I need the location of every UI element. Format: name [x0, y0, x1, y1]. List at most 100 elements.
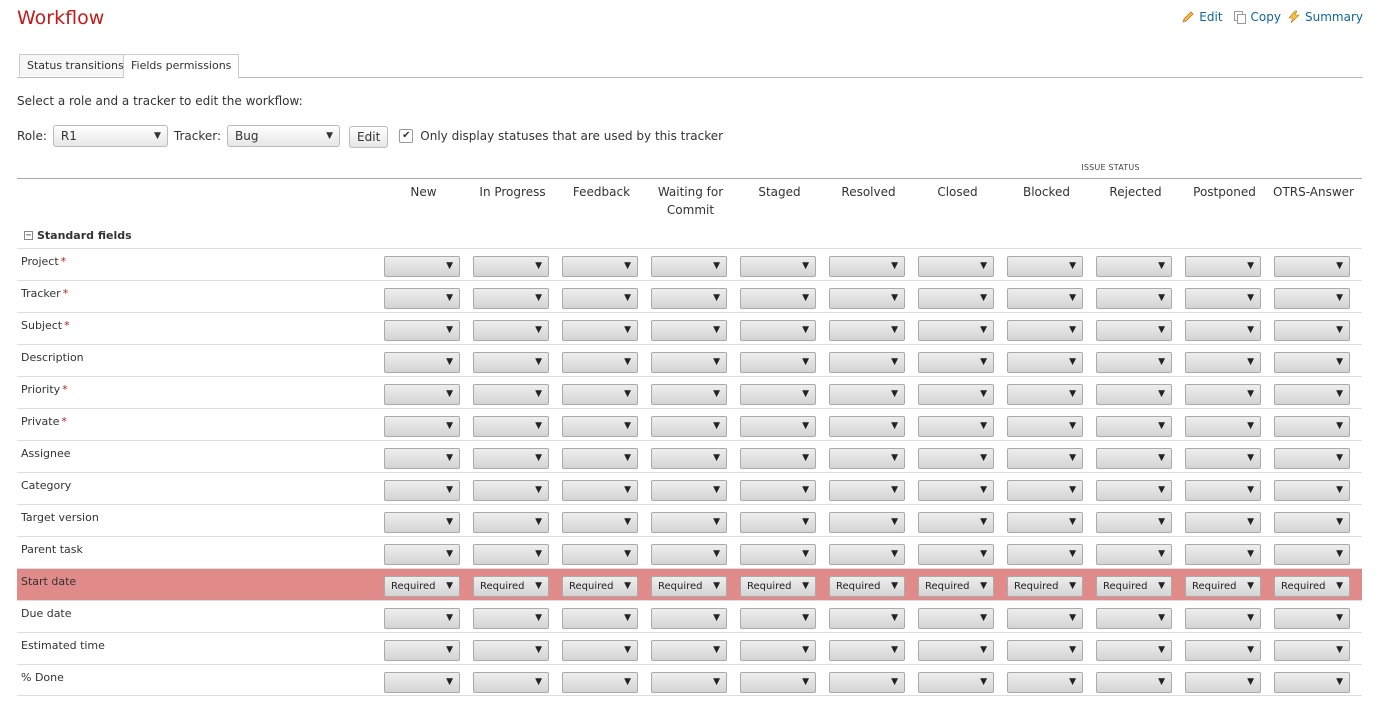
permission-select[interactable]: ▼ — [384, 608, 460, 629]
permission-select[interactable]: ▼ — [473, 256, 549, 277]
permission-select[interactable]: ▼ — [740, 480, 816, 501]
permission-select[interactable]: ▼ — [1185, 320, 1261, 341]
permission-select[interactable]: ▼ — [1185, 640, 1261, 661]
permission-select[interactable]: Required ▼ — [651, 576, 727, 597]
permission-select[interactable]: ▼ — [1274, 416, 1350, 437]
permission-select[interactable]: ▼ — [1274, 288, 1350, 309]
permission-select[interactable]: ▼ — [1096, 544, 1172, 565]
permission-select[interactable]: ▼ — [1096, 320, 1172, 341]
permission-select[interactable]: ▼ — [562, 448, 638, 469]
permission-select[interactable]: Required ▼ — [1096, 576, 1172, 597]
permission-select[interactable]: ▼ — [473, 640, 549, 661]
permission-select[interactable]: ▼ — [829, 256, 905, 277]
permission-select[interactable]: ▼ — [1096, 480, 1172, 501]
permission-select[interactable]: ▼ — [384, 416, 460, 437]
permission-select[interactable]: ▼ — [562, 352, 638, 373]
permission-select[interactable]: ▼ — [740, 288, 816, 309]
permission-select[interactable]: ▼ — [829, 384, 905, 405]
permission-select[interactable]: ▼ — [1274, 352, 1350, 373]
permission-select[interactable]: ▼ — [1096, 288, 1172, 309]
permission-select[interactable]: ▼ — [1274, 480, 1350, 501]
permission-select[interactable]: Required ▼ — [562, 576, 638, 597]
permission-select[interactable]: ▼ — [740, 352, 816, 373]
permission-select[interactable]: ▼ — [829, 608, 905, 629]
permission-select[interactable]: ▼ — [1274, 256, 1350, 277]
permission-select[interactable]: ▼ — [1274, 384, 1350, 405]
permission-select[interactable]: ▼ — [918, 544, 994, 565]
permission-select[interactable]: ▼ — [1274, 448, 1350, 469]
permission-select[interactable]: ▼ — [740, 544, 816, 565]
permission-select[interactable]: ▼ — [918, 512, 994, 533]
permission-select[interactable]: ▼ — [651, 480, 727, 501]
permission-select[interactable]: ▼ — [384, 352, 460, 373]
permission-select[interactable]: ▼ — [1096, 672, 1172, 693]
permission-select[interactable]: ▼ — [829, 672, 905, 693]
permission-select[interactable]: Required ▼ — [1185, 576, 1261, 597]
permission-select[interactable]: ▼ — [829, 448, 905, 469]
permission-select[interactable]: ▼ — [918, 384, 994, 405]
permission-select[interactable]: ▼ — [473, 512, 549, 533]
permission-select[interactable]: ▼ — [1007, 672, 1083, 693]
permission-select[interactable]: Required ▼ — [740, 576, 816, 597]
permission-select[interactable]: ▼ — [562, 288, 638, 309]
permission-select[interactable]: ▼ — [651, 320, 727, 341]
permission-select[interactable]: ▼ — [740, 256, 816, 277]
edit-link[interactable]: Edit — [1181, 10, 1223, 24]
permission-select[interactable]: ▼ — [651, 640, 727, 661]
permission-select[interactable]: ▼ — [651, 384, 727, 405]
permission-select[interactable]: ▼ — [1185, 448, 1261, 469]
permission-select[interactable]: ▼ — [384, 384, 460, 405]
permission-select[interactable]: ▼ — [829, 640, 905, 661]
permission-select[interactable]: ▼ — [1007, 480, 1083, 501]
permission-select[interactable]: ▼ — [740, 672, 816, 693]
permission-select[interactable]: ▼ — [473, 448, 549, 469]
permission-select[interactable]: ▼ — [918, 672, 994, 693]
permission-select[interactable]: Required ▼ — [473, 576, 549, 597]
permission-select[interactable]: ▼ — [829, 288, 905, 309]
permission-select[interactable]: ▼ — [918, 480, 994, 501]
permission-select[interactable]: ▼ — [1185, 608, 1261, 629]
permission-select[interactable]: ▼ — [651, 512, 727, 533]
permission-select[interactable]: ▼ — [829, 544, 905, 565]
permission-select[interactable]: ▼ — [1274, 512, 1350, 533]
permission-select[interactable]: ▼ — [740, 608, 816, 629]
permission-select[interactable]: ▼ — [562, 512, 638, 533]
permission-select[interactable]: ▼ — [1007, 640, 1083, 661]
permission-select[interactable]: ▼ — [562, 544, 638, 565]
permission-select[interactable]: ▼ — [1274, 672, 1350, 693]
permission-select[interactable]: ▼ — [651, 288, 727, 309]
permission-select[interactable]: ▼ — [1274, 640, 1350, 661]
permission-select[interactable]: ▼ — [562, 640, 638, 661]
tab-fields-permissions[interactable]: Fields permissions — [123, 54, 240, 78]
permission-select[interactable]: ▼ — [918, 448, 994, 469]
permission-select[interactable]: ▼ — [473, 608, 549, 629]
permission-select[interactable]: ▼ — [562, 416, 638, 437]
permission-select[interactable]: ▼ — [1007, 384, 1083, 405]
permission-select[interactable]: ▼ — [1185, 384, 1261, 405]
permission-select[interactable]: ▼ — [1185, 416, 1261, 437]
permission-select[interactable]: ▼ — [473, 416, 549, 437]
permission-select[interactable]: ▼ — [1007, 416, 1083, 437]
permission-select[interactable]: ▼ — [1007, 608, 1083, 629]
permission-select[interactable]: ▼ — [918, 416, 994, 437]
permission-select[interactable]: Required ▼ — [918, 576, 994, 597]
permission-select[interactable]: ▼ — [1185, 672, 1261, 693]
permission-select[interactable]: ▼ — [651, 448, 727, 469]
permission-select[interactable]: ▼ — [651, 256, 727, 277]
permission-select[interactable]: ▼ — [384, 544, 460, 565]
copy-link[interactable]: Copy — [1233, 10, 1281, 24]
permission-select[interactable]: ▼ — [918, 288, 994, 309]
permission-select[interactable]: ▼ — [1274, 544, 1350, 565]
role-select[interactable]: R1 ▼ — [52, 125, 168, 147]
permission-select[interactable]: ▼ — [1007, 256, 1083, 277]
permission-select[interactable]: ▼ — [562, 480, 638, 501]
permission-select[interactable]: ▼ — [1185, 480, 1261, 501]
permission-select[interactable]: ▼ — [473, 352, 549, 373]
permission-select[interactable]: ▼ — [829, 320, 905, 341]
permission-select[interactable]: ▼ — [473, 288, 549, 309]
permission-select[interactable]: ▼ — [1007, 512, 1083, 533]
permission-select[interactable]: ▼ — [829, 512, 905, 533]
permission-select[interactable]: ▼ — [918, 256, 994, 277]
permission-select[interactable]: ▼ — [829, 352, 905, 373]
permission-select[interactable]: ▼ — [829, 480, 905, 501]
